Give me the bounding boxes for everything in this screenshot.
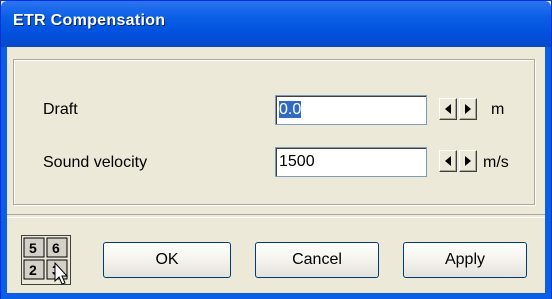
keypad-digit: 5 [29,240,37,256]
settings-group [13,59,535,205]
apply-button[interactable]: Apply [403,242,527,278]
button-separator [7,214,545,218]
ok-button[interactable]: OK [103,242,231,278]
sound-velocity-label: Sound velocity [43,154,148,171]
right-arrow-icon [465,104,471,114]
draft-input[interactable]: 0.0 [275,95,427,125]
title-bar[interactable]: ETR Compensation [1,1,551,47]
sound-velocity-input[interactable]: 1500 [275,147,427,177]
window-frame-right [545,47,551,298]
left-arrow-icon [445,156,451,166]
draft-label: Draft [43,101,78,118]
draft-spin-right[interactable] [459,98,477,120]
dialog-client-area: Draft 0.0 m Sound velocity 1500 m/s 5 6 … [7,47,545,293]
draft-unit: m [491,101,505,118]
sound-velocity-unit: m/s [483,154,509,171]
window-frame-bottom [1,293,551,299]
sound-velocity-spin-right[interactable] [459,150,477,172]
window-title: ETR Compensation [13,12,166,29]
dialog-window: ETR Compensation Draft 0.0 m Sound veloc… [0,0,552,299]
sound-velocity-value: 1500 [279,153,315,170]
draft-spin-left[interactable] [439,98,457,120]
keypad-digit: 6 [52,240,60,256]
numeric-keypad-button[interactable]: 5 6 2 3 [21,235,71,285]
left-arrow-icon [445,104,451,114]
sound-velocity-spin-left[interactable] [439,150,457,172]
draft-value: 0.0 [279,101,302,118]
cancel-button[interactable]: Cancel [255,242,379,278]
keypad-digit: 2 [29,262,37,278]
right-arrow-icon [465,156,471,166]
numeric-keypad-icon: 5 6 2 3 [21,235,71,285]
